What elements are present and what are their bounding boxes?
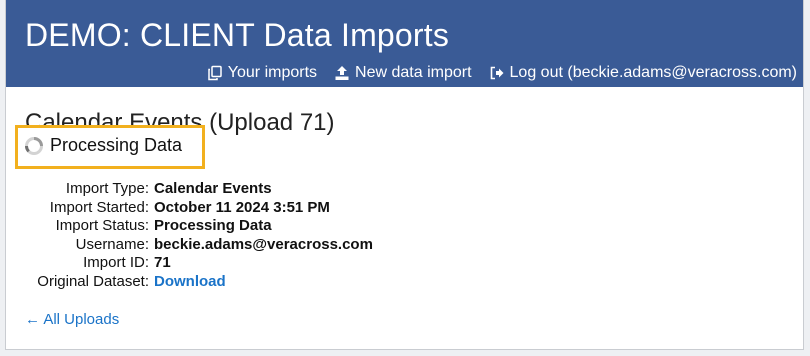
import-details: Import Type: Calendar Events Import Star… xyxy=(24,180,373,291)
detail-value: Processing Data xyxy=(154,217,272,234)
new-data-import-label: New data import xyxy=(355,64,472,81)
detail-row-original-dataset: Original Dataset: Download xyxy=(24,273,373,292)
processing-status: Processing Data xyxy=(24,135,182,156)
detail-label: Import Type: xyxy=(65,180,149,197)
your-imports-link[interactable]: Your imports xyxy=(207,64,317,82)
detail-row-import-status: Import Status: Processing Data xyxy=(24,217,373,236)
sign-out-icon xyxy=(489,65,505,81)
new-data-import-link[interactable]: New data import xyxy=(334,64,472,82)
log-out-label: Log out (beckie.adams@veracross.com) xyxy=(509,64,797,81)
detail-label: Import ID: xyxy=(83,254,149,271)
download-link[interactable]: Download xyxy=(154,273,226,292)
detail-row-import-id: Import ID: 71 xyxy=(24,254,373,273)
detail-label: Import Status: xyxy=(55,217,149,234)
detail-label: Import Started: xyxy=(49,198,149,216)
app-frame: DEMO: CLIENT Data Imports Your imports N… xyxy=(5,0,804,350)
copy-icon xyxy=(207,65,223,81)
detail-value: 71 xyxy=(154,254,171,271)
detail-label: Original Dataset: xyxy=(37,272,149,290)
detail-row-username: Username: beckie.adams@veracross.com xyxy=(24,236,373,255)
detail-row-import-started: Import Started: October 11 2024 3:51 PM xyxy=(24,199,373,218)
detail-value: beckie.adams@veracross.com xyxy=(154,235,373,253)
detail-label: Username: xyxy=(75,235,149,253)
loading-spinner-icon xyxy=(24,136,44,156)
your-imports-label: Your imports xyxy=(227,64,318,81)
detail-value: Calendar Events xyxy=(154,180,272,197)
app-header: DEMO: CLIENT Data Imports Your imports N… xyxy=(6,0,803,87)
detail-row-import-type: Import Type: Calendar Events xyxy=(24,180,373,199)
processing-status-text: Processing Data xyxy=(50,135,183,155)
detail-value: October 11 2024 3:51 PM xyxy=(154,198,330,216)
app-title: DEMO: CLIENT Data Imports xyxy=(25,17,450,53)
top-nav: Your imports New data import Log out (be… xyxy=(207,63,797,83)
log-out-link[interactable]: Log out (beckie.adams@veracross.com) xyxy=(489,64,797,82)
upload-icon xyxy=(334,65,350,81)
all-uploads-link[interactable]: ← All Uploads xyxy=(25,311,119,328)
